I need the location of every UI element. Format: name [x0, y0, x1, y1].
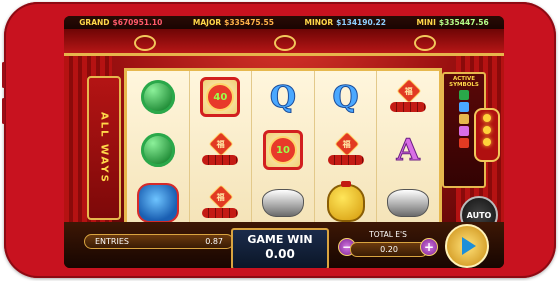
- jade-dragon-icon: [459, 90, 469, 100]
- gold-bag-icon: [326, 180, 365, 222]
- reel-2: 40 福 福: [190, 71, 253, 229]
- firecracker-seal-icon: 福: [390, 78, 427, 113]
- game-win-label: GAME WIN: [247, 233, 313, 246]
- reel-cell: A: [377, 124, 439, 177]
- letter-a-symbol: A: [396, 132, 420, 168]
- reel-grid: 40 福 福 Q 10 Q 福 福 A: [124, 68, 442, 232]
- total-bet-control: TOTAL E'S − 0.20 +: [338, 230, 438, 264]
- reel-cell: 福: [315, 124, 377, 177]
- phone-frame: GRAND $670951.10 MAJOR $335475.55 MINOR …: [2, 2, 556, 278]
- increase-bet-button[interactable]: +: [420, 238, 438, 256]
- volume-button[interactable]: [2, 62, 5, 88]
- reel-cell: Q: [252, 71, 314, 124]
- reel-4: Q 福: [315, 71, 378, 229]
- entries-label: ENTRIES: [95, 237, 129, 246]
- jackpot-grand: GRAND $670951.10: [79, 18, 163, 27]
- all-ways-label: ALL WAYS: [98, 112, 110, 184]
- reel-3: Q 10: [252, 71, 315, 229]
- coin-10-icon: 10: [262, 130, 303, 170]
- jackpot-minor: MINOR $134190.22: [304, 18, 386, 27]
- jade-dragon-icon: [140, 133, 175, 167]
- jade-dragon-icon: [140, 80, 175, 115]
- entries-value: 0.87: [205, 237, 223, 246]
- firecracker-seal-icon: 福: [327, 131, 364, 165]
- letter-q-symbol: Q: [332, 79, 359, 115]
- game-win-value: 0.00: [265, 247, 295, 261]
- reel-cell: [127, 71, 189, 124]
- play-icon: [462, 237, 476, 255]
- silver-ingot-icon: [261, 188, 304, 217]
- total-bet-value: 0.20: [350, 242, 428, 257]
- reel-cell: [127, 124, 189, 177]
- game-win-display: GAME WIN 0.00: [231, 228, 329, 268]
- firecracker-seal-icon: 福: [202, 183, 239, 218]
- jackpot-mini: MINI $335447.56: [416, 18, 489, 27]
- curtain-valance: [64, 29, 504, 56]
- knot-ornament-icon: [414, 35, 436, 51]
- reel-cell: 40: [190, 71, 252, 124]
- reel-cell: 福: [190, 124, 252, 177]
- game-screen: GRAND $670951.10 MAJOR $335475.55 MINOR …: [64, 16, 504, 268]
- letter-q-symbol: Q: [269, 79, 297, 115]
- bottom-bar: ENTRIES 0.87 GAME WIN 0.00 TOTAL E'S − 0…: [64, 222, 504, 268]
- reel-5: 福 A: [377, 71, 439, 229]
- menu-lantern-button[interactable]: [474, 108, 500, 162]
- spin-button[interactable]: [445, 224, 489, 268]
- silver-ingot-icon: [387, 188, 430, 217]
- firecracker-seal-icon: 福: [202, 131, 239, 165]
- all-ways-panel: ALL WAYS: [87, 76, 121, 220]
- red-symbol-icon: [459, 138, 469, 148]
- volume-button-down[interactable]: [2, 98, 5, 124]
- gold-symbol-icon: [459, 114, 469, 124]
- jackpot-major: MAJOR $335475.55: [192, 18, 274, 27]
- total-bet-label: TOTAL E'S: [369, 230, 407, 239]
- jackpot-bar: GRAND $670951.10 MAJOR $335475.55 MINOR …: [64, 16, 504, 29]
- knot-ornament-icon: [274, 35, 296, 51]
- reel-cell: 福: [377, 71, 439, 124]
- reel-1: [127, 71, 190, 229]
- active-symbols-label: ACTIVE SYMBOLS: [449, 76, 479, 88]
- blue-symbol-icon: [459, 102, 469, 112]
- knot-ornament-icon: [134, 35, 156, 51]
- entries-display: ENTRIES 0.87: [84, 234, 234, 249]
- reel-cell: Q: [315, 71, 377, 124]
- coin-40-icon: 40: [200, 77, 241, 118]
- lion-statue-icon: [136, 182, 179, 223]
- purple-symbol-icon: [459, 126, 469, 136]
- reel-cell: 10: [252, 124, 314, 177]
